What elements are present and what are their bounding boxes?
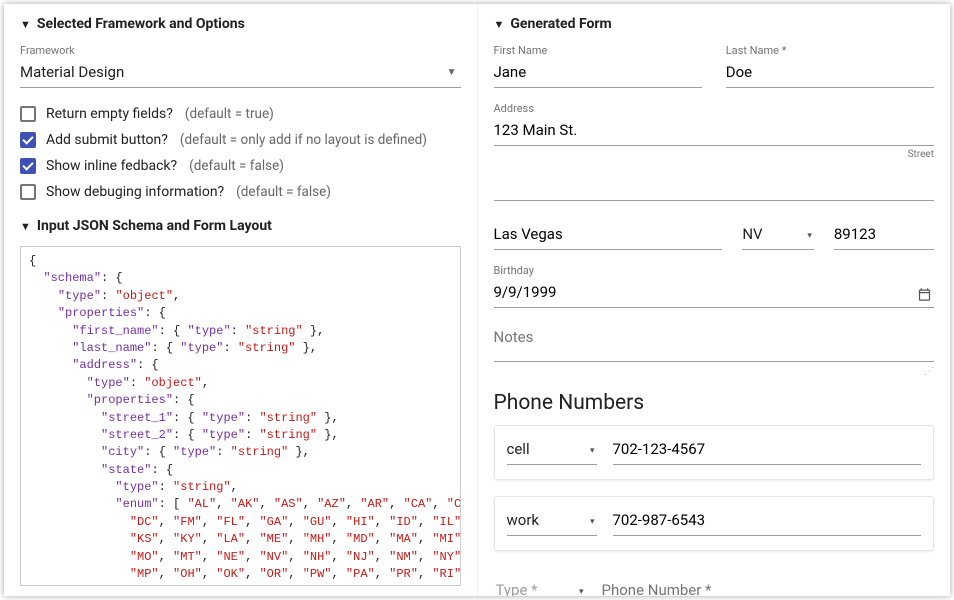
framework-label: Framework <box>20 44 461 57</box>
checkbox-hint: (default = false) <box>189 158 284 174</box>
notes-textarea[interactable] <box>494 324 935 362</box>
address-label: Address <box>494 102 935 115</box>
birthday-label: Birthday <box>494 264 935 277</box>
phone-entry: cell▾ <box>494 425 935 480</box>
section-framework-header[interactable]: ▼ Selected Framework and Options <box>20 16 461 32</box>
disclosure-triangle-icon: ▼ <box>20 220 31 233</box>
framework-select-wrapper: Framework Material Design ▼ <box>20 44 461 88</box>
option-checkbox-row: Add submit button? (default = only add if… <box>20 132 461 148</box>
framework-select[interactable]: Material Design <box>20 59 461 88</box>
phone-section-title: Phone Numbers <box>494 391 935 415</box>
section-schema-header[interactable]: ▼ Input JSON Schema and Form Layout <box>20 218 461 234</box>
option-checkbox-row: Return empty fields? (default = true) <box>20 106 461 122</box>
schema-editor[interactable]: { "schema": { "type": "object", "propert… <box>20 246 461 586</box>
phone-entry-blank: Type * ▾ <box>494 567 935 596</box>
zip-input[interactable] <box>834 221 934 250</box>
section-title: Selected Framework and Options <box>37 16 245 32</box>
street2-input[interactable] <box>494 172 935 201</box>
option-checkbox-row: Show inline fedback? (default = false) <box>20 158 461 174</box>
phone-type-select[interactable]: Type * <box>496 577 586 596</box>
resize-grip-icon[interactable]: ⋰ <box>494 366 935 377</box>
phone-type-select[interactable]: work <box>507 507 597 536</box>
city-input[interactable] <box>494 221 723 250</box>
disclosure-triangle-icon: ▼ <box>494 18 505 31</box>
phone-entry: work▾ <box>494 496 935 551</box>
phone-type-select[interactable]: cell <box>507 436 597 465</box>
checkbox-label: Show debuging information? <box>46 184 224 200</box>
first-name-label: First Name <box>494 44 702 57</box>
birthday-input[interactable] <box>494 279 935 308</box>
right-panel: ▼ Generated Form First Name Last Name Ad… <box>478 4 951 596</box>
last-name-label: Last Name <box>726 44 934 57</box>
checkbox[interactable] <box>20 158 36 174</box>
calendar-icon[interactable] <box>917 287 932 302</box>
street1-input[interactable] <box>494 117 935 146</box>
checkbox[interactable] <box>20 132 36 148</box>
checkbox-hint: (default = false) <box>236 184 331 200</box>
phone-number-input[interactable] <box>602 577 933 596</box>
street-hint: Street <box>908 149 934 160</box>
disclosure-triangle-icon: ▼ <box>20 18 31 31</box>
checkbox-hint: (default = true) <box>185 106 274 122</box>
checkbox[interactable] <box>20 106 36 122</box>
checkbox-hint: (default = only add if no layout is defi… <box>180 132 427 148</box>
checkbox-label: Return empty fields? <box>46 106 173 122</box>
phone-number-input[interactable] <box>613 507 922 536</box>
checkbox[interactable] <box>20 184 36 200</box>
option-checkbox-row: Show debuging information? (default = fal… <box>20 184 461 200</box>
section-generated-header[interactable]: ▼ Generated Form <box>494 16 935 32</box>
phone-number-input[interactable] <box>613 436 922 465</box>
state-select[interactable]: NV <box>742 221 814 250</box>
checkbox-label: Show inline fedback? <box>46 158 177 174</box>
section-title: Input JSON Schema and Form Layout <box>37 218 272 234</box>
last-name-input[interactable] <box>726 59 934 88</box>
first-name-input[interactable] <box>494 59 702 88</box>
section-title: Generated Form <box>510 16 611 32</box>
checkbox-label: Add submit button? <box>46 132 168 148</box>
left-panel: ▼ Selected Framework and Options Framewo… <box>4 4 478 596</box>
